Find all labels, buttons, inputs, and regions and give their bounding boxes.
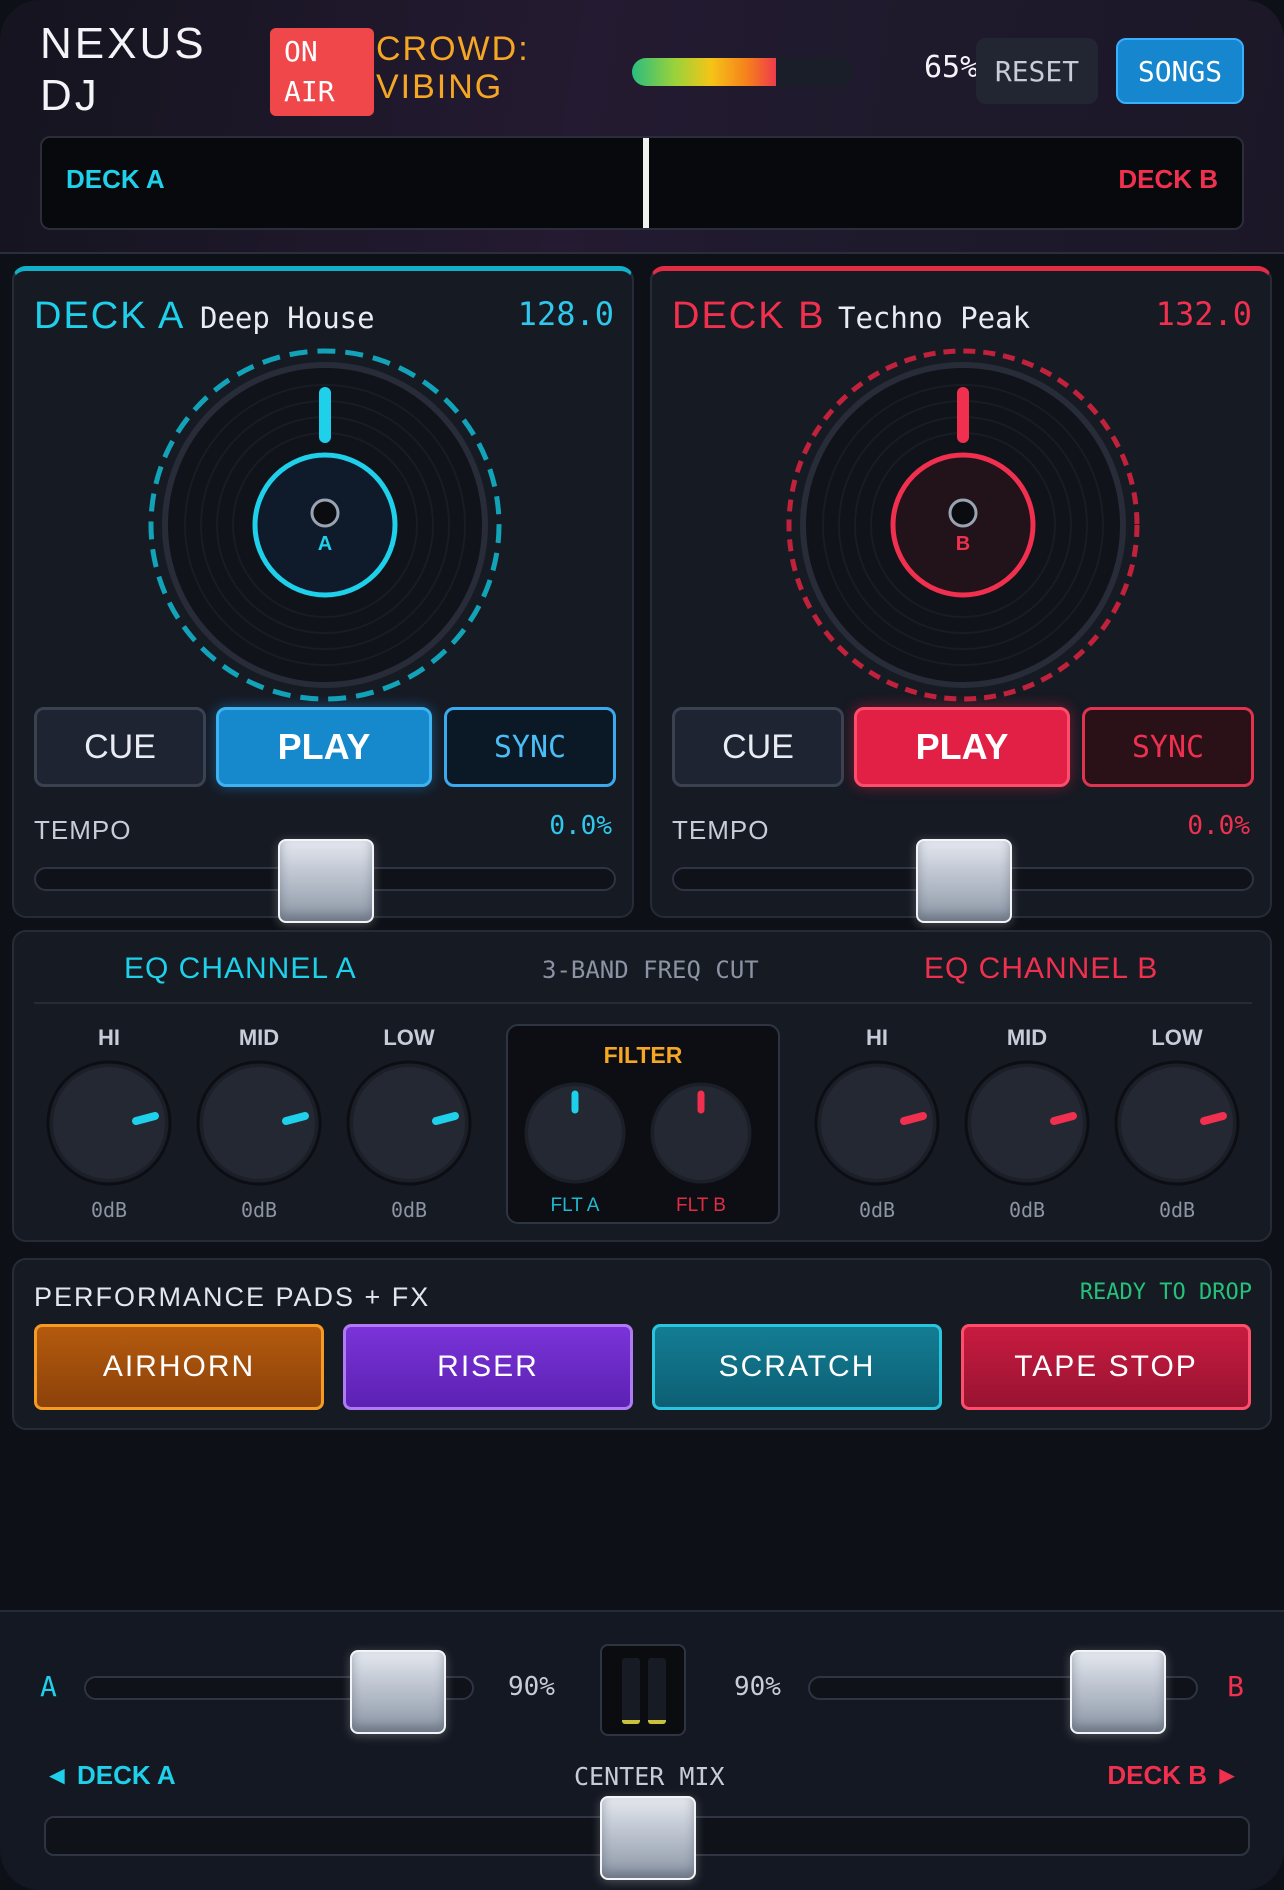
eq-a-hi: HI 0dB <box>44 1024 174 1222</box>
pad-riser[interactable]: RISER <box>343 1324 633 1410</box>
filter-b-knob[interactable] <box>646 1078 756 1188</box>
deck-a-bpm: 128.0 <box>517 295 614 333</box>
eq-b-hi-label: HI <box>866 1025 888 1050</box>
eq-a-low-label: LOW <box>383 1025 435 1050</box>
deck-b-platter-letter: B <box>956 533 970 555</box>
deck-b-tempo-value: 0.0% <box>1187 811 1250 841</box>
eq-a-low-value: 0dB <box>390 1198 428 1222</box>
filter-a-knob[interactable] <box>520 1078 630 1188</box>
channel-a-volume-handle[interactable] <box>350 1650 446 1734</box>
deck-b-platter[interactable]: B <box>783 345 1143 705</box>
deck-b-genre: Techno Peak <box>838 301 1031 335</box>
channel-a-letter: A <box>40 1670 57 1703</box>
vu-meter-left <box>622 1658 640 1724</box>
channel-b-letter: B <box>1227 1670 1244 1703</box>
overview-playhead[interactable] <box>643 138 649 228</box>
vu-meter <box>600 1644 686 1736</box>
deck-a-tempo-value: 0.0% <box>549 811 612 841</box>
deck-b-spindle <box>948 498 978 528</box>
deck-a-needle-marker <box>319 387 331 443</box>
eq-a-hi-value: 0dB <box>90 1198 128 1222</box>
pad-scratch[interactable]: SCRATCH <box>652 1324 942 1410</box>
energy-meter-fill <box>632 58 777 86</box>
deck-a-spindle <box>310 498 340 528</box>
deck-a-tempo-label: TEMPO <box>34 815 132 845</box>
eq-b-low-label: LOW <box>1151 1025 1203 1050</box>
pads-status: READY TO DROP <box>1079 1280 1252 1305</box>
eq-b-hi-knob[interactable] <box>812 1058 942 1188</box>
eq-b-mid-knob[interactable] <box>962 1058 1092 1188</box>
eq-channel-b-title: EQ CHANNEL B <box>924 952 1159 985</box>
eq-a-hi-knob[interactable] <box>44 1058 174 1188</box>
eq-a-low-knob[interactable] <box>344 1058 474 1188</box>
eq-channel-a-title: EQ CHANNEL A <box>124 952 357 985</box>
eq-b-mid-label: MID <box>1006 1025 1048 1050</box>
crossfader-deck-a-label: ◄ DECK A <box>44 1760 176 1790</box>
deck-b-sync-button[interactable]: SYNC <box>1082 707 1254 787</box>
overview-deck-b-label: DECK B <box>1118 164 1218 194</box>
eq-panel: EQ CHANNEL A 3-BAND FREQ CUT EQ CHANNEL … <box>12 930 1272 1242</box>
eq-center-title: 3-BAND FREQ CUT <box>542 956 759 984</box>
deck-a-panel: DECK A Deep House 128.0 A CUE PLAY SYNC … <box>12 266 634 923</box>
deck-a-platter-letter: A <box>318 533 332 555</box>
deck-b-bpm: 132.0 <box>1155 295 1252 333</box>
overview-deck-a-label: DECK A <box>66 164 165 194</box>
filter-b-label: FLT B <box>676 1195 726 1216</box>
energy-meter <box>632 58 854 86</box>
filter-title: FILTER <box>603 1042 683 1068</box>
deck-a-play-button[interactable]: PLAY <box>216 707 432 787</box>
eq-a-mid-knob[interactable] <box>194 1058 324 1188</box>
eq-a-mid: MID 0dB <box>194 1024 324 1222</box>
crowd-status: CROWD: VIBING <box>376 30 530 106</box>
eq-a-hi-label: HI <box>98 1025 120 1050</box>
deck-b-tempo-label: TEMPO <box>672 815 770 845</box>
eq-b-hi: HI 0dB <box>812 1024 942 1222</box>
eq-b-low-value: 0dB <box>1158 1198 1196 1222</box>
filter-a-label: FLT A <box>550 1195 600 1216</box>
deck-a-cue-button[interactable]: CUE <box>34 707 206 787</box>
deck-b-play-button[interactable]: PLAY <box>854 707 1070 787</box>
filter-panel: FILTER FLT A FLT B <box>506 1024 780 1224</box>
eq-a-mid-label: MID <box>238 1025 280 1050</box>
eq-divider <box>34 1002 1252 1004</box>
channel-a-volume-value: 90% <box>508 1672 555 1702</box>
deck-b-title: DECK B <box>672 295 826 337</box>
eq-b-low: LOW 0dB <box>1112 1024 1242 1222</box>
deck-a-sync-button[interactable]: SYNC <box>444 707 616 787</box>
track-overview[interactable]: DECK A DECK B <box>40 136 1244 230</box>
deck-b-panel: DECK B Techno Peak 132.0 B CUE PLAY SYNC… <box>650 266 1272 923</box>
pads-title: PERFORMANCE PADS + FX <box>34 1282 431 1312</box>
deck-b-cue-button[interactable]: CUE <box>672 707 844 787</box>
eq-b-mid-value: 0dB <box>1008 1198 1046 1222</box>
deck-b-needle-marker <box>957 387 969 443</box>
performance-pads-panel: PERFORMANCE PADS + FX READY TO DROP AIRH… <box>12 1258 1272 1430</box>
channel-b-volume-value: 90% <box>734 1672 781 1702</box>
top-bar: NEXUS DJ ON AIR CROWD: VIBING 65% RESET … <box>0 0 1284 254</box>
songs-button[interactable]: SONGS <box>1116 38 1244 104</box>
mixer-panel: A 90% 90% B ◄ DECK A CENTER MIX DECK B ► <box>0 1610 1284 1890</box>
reset-button[interactable]: RESET <box>976 38 1098 104</box>
eq-b-hi-value: 0dB <box>858 1198 896 1222</box>
deck-a-genre: Deep House <box>200 301 375 335</box>
eq-b-mid: MID 0dB <box>962 1024 1092 1222</box>
energy-percent: 65% <box>924 50 979 85</box>
eq-a-low: LOW 0dB <box>344 1024 474 1222</box>
deck-a-tempo-handle[interactable] <box>278 839 374 923</box>
eq-a-mid-value: 0dB <box>240 1198 278 1222</box>
deck-a-platter[interactable]: A <box>145 345 505 705</box>
pad-airhorn[interactable]: AIRHORN <box>34 1324 324 1410</box>
app-logo: NEXUS DJ <box>40 19 207 120</box>
crossfader-center-label: CENTER MIX <box>574 1762 725 1791</box>
vu-meter-right <box>648 1658 666 1724</box>
deck-b-tempo-handle[interactable] <box>916 839 1012 923</box>
deck-a-title: DECK A <box>34 295 186 337</box>
crossfader-deck-b-label: DECK B ► <box>1107 1760 1240 1790</box>
eq-b-low-knob[interactable] <box>1112 1058 1242 1188</box>
filter-b: FLT B <box>646 1078 756 1217</box>
pad-tape-stop[interactable]: TAPE STOP <box>961 1324 1251 1410</box>
channel-b-volume-handle[interactable] <box>1070 1650 1166 1734</box>
crossfader-handle[interactable] <box>600 1796 696 1880</box>
on-air-badge: ON AIR <box>270 28 374 116</box>
filter-a: FLT A <box>520 1078 630 1217</box>
